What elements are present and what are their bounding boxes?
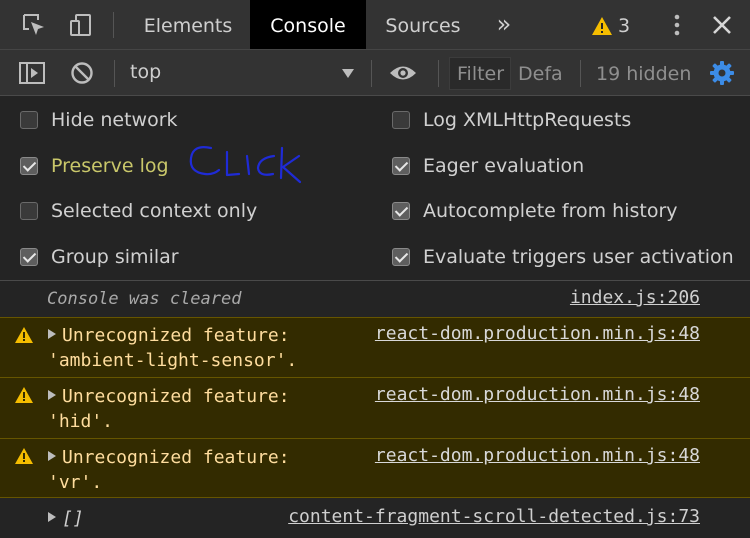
kebab-menu-icon[interactable]	[662, 10, 692, 40]
inspect-element-icon[interactable]	[19, 10, 49, 40]
message-line: Unrecognized feature:	[62, 386, 290, 407]
group-similar-label: Group similar	[51, 246, 179, 268]
preserve-log-setting[interactable]: Preserve log	[20, 151, 169, 181]
source-link[interactable]: react-dom.production.min.js:48	[375, 323, 700, 344]
console-warning-message: Unrecognized feature: 'ambient-light-sen…	[0, 317, 750, 377]
chevron-down-icon	[342, 69, 354, 78]
selected-context-checkbox[interactable]	[20, 202, 38, 220]
hide-network-label: Hide network	[51, 109, 178, 131]
group-similar-checkbox[interactable]	[20, 248, 38, 266]
context-selector[interactable]: top	[118, 56, 364, 91]
context-value: top	[130, 61, 162, 83]
log-levels-dropdown[interactable]: Defa	[518, 63, 566, 85]
clear-console-icon[interactable]	[67, 58, 97, 88]
log-xhr-setting[interactable]: Log XMLHttpRequests	[392, 105, 631, 135]
message-line: Unrecognized feature:	[62, 447, 290, 468]
eager-evaluation-checkbox[interactable]	[392, 157, 410, 175]
evaluate-triggers-setting[interactable]: Evaluate triggers user activation	[392, 242, 734, 272]
message-text[interactable]: Unrecognized feature:	[48, 445, 290, 470]
toolbar-divider	[438, 60, 439, 87]
close-icon[interactable]	[707, 10, 737, 40]
preserve-log-label: Preserve log	[51, 155, 169, 177]
tab-console[interactable]: Console	[250, 0, 366, 49]
devtools-tab-bar: Elements Console Sources » 3	[0, 0, 750, 50]
autocomplete-setting[interactable]: Autocomplete from history	[392, 196, 678, 226]
warning-icon	[14, 386, 34, 409]
sidebar-toggle-icon[interactable]	[17, 58, 47, 88]
console-toolbar: top Filter Defa 19 hidden	[0, 50, 750, 96]
tab-bar-divider	[113, 12, 114, 38]
group-similar-setting[interactable]: Group similar	[20, 242, 179, 272]
expand-arrow-icon[interactable]	[48, 390, 56, 400]
warning-icon	[14, 326, 34, 349]
warning-icon	[592, 17, 612, 35]
message-text[interactable]: []	[48, 506, 84, 531]
preserve-log-checkbox[interactable]	[20, 157, 38, 175]
handwritten-click-annotation	[189, 146, 302, 184]
console-message-cleared: Console was cleared index.js:206	[0, 282, 750, 317]
hide-network-checkbox[interactable]	[20, 111, 38, 129]
log-xhr-checkbox[interactable]	[392, 111, 410, 129]
expand-arrow-icon[interactable]	[48, 329, 56, 339]
console-settings-panel: Hide network Preserve log Selected conte…	[0, 96, 750, 281]
eager-evaluation-setting[interactable]: Eager evaluation	[392, 151, 584, 181]
message-text-continued: 'hid'.	[48, 411, 114, 432]
live-expression-eye-icon[interactable]	[388, 58, 418, 88]
more-tabs-button[interactable]: »	[488, 0, 520, 49]
device-toolbar-icon[interactable]	[66, 10, 96, 40]
message-line: Unrecognized feature:	[62, 325, 290, 346]
console-log-message: [] content-fragment-scroll-detected.js:7…	[0, 499, 750, 538]
source-link[interactable]: index.js:206	[570, 287, 700, 308]
hide-network-setting[interactable]: Hide network	[20, 105, 178, 135]
source-link[interactable]: react-dom.production.min.js:48	[375, 384, 700, 405]
tab-elements[interactable]: Elements	[132, 0, 244, 49]
toolbar-divider	[114, 60, 115, 87]
warning-count: 3	[618, 15, 631, 37]
selected-context-setting[interactable]: Selected context only	[20, 196, 257, 226]
expand-arrow-icon[interactable]	[48, 451, 56, 461]
console-warning-message: Unrecognized feature: 'vr'. react-dom.pr…	[0, 438, 750, 498]
evaluate-triggers-label: Evaluate triggers user activation	[423, 246, 734, 268]
message-text-continued: 'vr'.	[48, 472, 103, 493]
warning-icon	[14, 447, 34, 470]
warnings-counter[interactable]: 3	[591, 13, 630, 39]
log-xhr-label: Log XMLHttpRequests	[423, 109, 632, 131]
message-text[interactable]: Unrecognized feature:	[48, 323, 290, 348]
toolbar-divider	[371, 60, 372, 87]
console-warning-message: Unrecognized feature: 'hid'. react-dom.p…	[0, 377, 750, 438]
tab-sources[interactable]: Sources	[373, 0, 473, 49]
gear-icon[interactable]	[707, 58, 737, 88]
message-text[interactable]: Unrecognized feature:	[48, 384, 290, 409]
toolbar-divider	[580, 60, 581, 87]
message-line: []	[62, 508, 84, 529]
source-link[interactable]: react-dom.production.min.js:48	[375, 445, 700, 466]
filter-input[interactable]: Filter	[449, 57, 511, 90]
expand-arrow-icon[interactable]	[48, 512, 56, 522]
autocomplete-label: Autocomplete from history	[423, 200, 678, 222]
message-text-continued: 'ambient-light-sensor'.	[48, 350, 298, 371]
evaluate-triggers-checkbox[interactable]	[392, 248, 410, 266]
source-link[interactable]: content-fragment-scroll-detected.js:73	[288, 506, 700, 527]
hidden-messages-count: 19 hidden	[596, 63, 692, 85]
eager-evaluation-label: Eager evaluation	[423, 155, 585, 177]
message-text: Console was cleared	[47, 289, 242, 309]
selected-context-label: Selected context only	[51, 200, 258, 222]
autocomplete-checkbox[interactable]	[392, 202, 410, 220]
